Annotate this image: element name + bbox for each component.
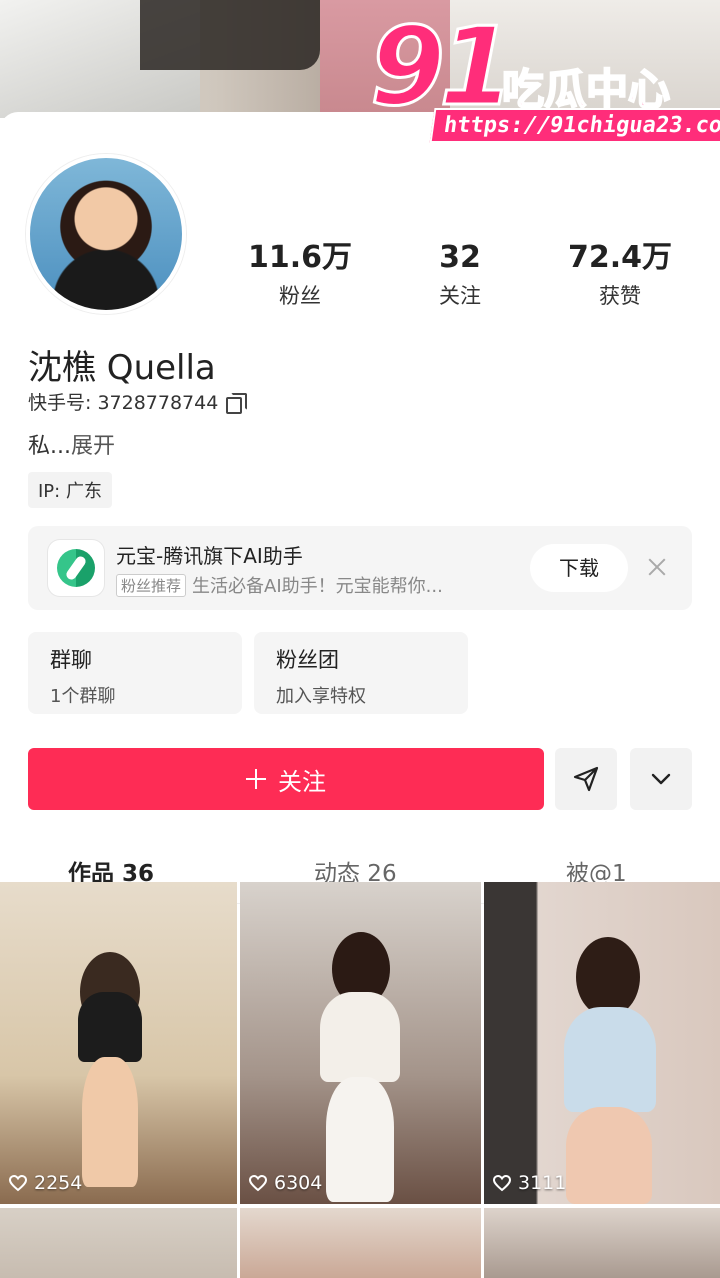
like-count-value: 6304 xyxy=(274,1172,323,1194)
bio: 私...展开 xyxy=(28,428,115,460)
ad-tag: 粉丝推荐 xyxy=(116,573,187,597)
ip-location-badge: IP: 广东 xyxy=(28,472,112,508)
fan-club-card[interactable]: 粉丝团 加入享特权 xyxy=(254,632,468,714)
watermark-url: https://91chigua23.com xyxy=(429,108,720,143)
ad-subtitle-row: 粉丝推荐 生活必备AI助手！元宝能帮你... xyxy=(116,572,443,598)
stat-label: 关注 xyxy=(439,284,481,308)
plus-icon xyxy=(246,769,266,789)
stat-followers[interactable]: 11.6万 粉丝 xyxy=(220,238,380,310)
card-subtitle: 加入享特权 xyxy=(276,686,366,707)
group-chat-card[interactable]: 群聊 1个群聊 xyxy=(28,632,242,714)
stat-label: 获赞 xyxy=(599,284,641,308)
like-count-value: 2254 xyxy=(34,1172,83,1194)
stat-label: 粉丝 xyxy=(279,284,321,308)
watermark-number: 91 xyxy=(368,5,515,130)
stat-value: 11.6万 xyxy=(247,240,353,275)
video-thumbnail[interactable]: 6304 xyxy=(240,882,481,1204)
copy-icon[interactable] xyxy=(226,392,248,414)
heart-icon xyxy=(492,1174,512,1192)
like-count: 2254 xyxy=(8,1172,82,1194)
video-thumbnail[interactable] xyxy=(0,1208,237,1278)
send-message-button[interactable] xyxy=(555,748,617,810)
card-subtitle: 1个群聊 xyxy=(50,686,116,707)
video-thumbnail[interactable] xyxy=(484,1208,720,1278)
bio-expand-link[interactable]: 展开 xyxy=(71,434,115,459)
ad-subtitle: 生活必备AI助手！元宝能帮你... xyxy=(192,576,443,597)
heart-icon xyxy=(248,1174,268,1192)
ad-download-button[interactable]: 下载 xyxy=(530,544,628,592)
profile-stats: 11.6万 粉丝 32 关注 72.4万 获赞 xyxy=(220,238,710,310)
card-title: 粉丝团 xyxy=(276,648,339,672)
like-count-value: 3111 xyxy=(518,1172,567,1194)
avatar[interactable] xyxy=(26,154,186,314)
close-icon[interactable] xyxy=(646,556,668,578)
yuanbao-app-icon xyxy=(48,540,104,596)
kuaishou-id: 快手号: 3728778744 xyxy=(28,392,219,414)
like-count: 3111 xyxy=(492,1172,566,1194)
kuaishou-id-row: 快手号: 3728778744 xyxy=(28,388,248,415)
ad-card[interactable]: 元宝-腾讯旗下AI助手 粉丝推荐 生活必备AI助手！元宝能帮你... 下载 xyxy=(28,526,692,610)
more-options-button[interactable] xyxy=(630,748,692,810)
profile-name: 沈樵 Quella xyxy=(28,348,216,388)
stat-value: 32 xyxy=(439,240,481,275)
stat-value: 72.4万 xyxy=(567,240,673,275)
card-title: 群聊 xyxy=(50,648,92,672)
video-thumbnail[interactable] xyxy=(240,1208,481,1278)
follow-button[interactable]: 关注 xyxy=(28,748,544,810)
video-thumbnail[interactable]: 3111 xyxy=(484,882,720,1204)
ad-title: 元宝-腾讯旗下AI助手 xyxy=(116,544,303,568)
stat-following[interactable]: 32 关注 xyxy=(380,238,540,310)
send-icon xyxy=(573,766,599,792)
chevron-down-icon xyxy=(651,773,671,785)
stat-likes[interactable]: 72.4万 获赞 xyxy=(540,238,700,310)
video-thumbnail[interactable]: 2254 xyxy=(0,882,237,1204)
bio-text: 私... xyxy=(28,434,71,459)
watermark-logo: 91 吃瓜中心 https://91chigua23.com xyxy=(368,5,720,154)
follow-label: 关注 xyxy=(278,767,326,796)
like-count: 6304 xyxy=(248,1172,322,1194)
heart-icon xyxy=(8,1174,28,1192)
